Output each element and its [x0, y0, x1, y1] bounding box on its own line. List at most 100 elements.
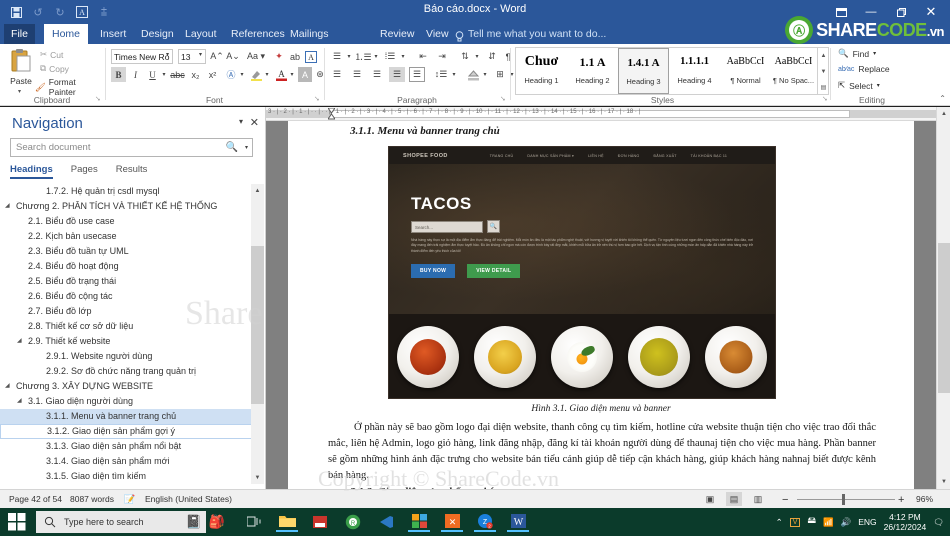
file-explorer-icon[interactable]: [276, 512, 298, 532]
document-scrollbar[interactable]: ▲ ▼: [936, 107, 950, 489]
style-heading-3[interactable]: 1.4.1 A Heading 3: [618, 48, 669, 94]
tell-me-box[interactable]: Tell me what you want to do...: [455, 24, 606, 44]
navigation-close-icon[interactable]: ✕: [250, 116, 259, 129]
font-color-chevron-icon[interactable]: ▾: [288, 67, 296, 82]
nav-item[interactable]: 1.7.2. Hệ quản trị csdl mysql: [0, 184, 252, 199]
underline-icon[interactable]: U: [145, 67, 160, 82]
page-indicator[interactable]: Page 42 of 54: [9, 494, 62, 504]
document-page[interactable]: 3.1.1. Menu và banner trang chủ SHOPEE F…: [288, 121, 914, 498]
borders-icon[interactable]: ⊞: [492, 67, 508, 82]
backpack-icon[interactable]: 🎒: [206, 512, 228, 532]
line-spacing-icon[interactable]: ↕☰: [433, 67, 449, 82]
style-no-spacing[interactable]: AaBbCcI ¶ No Spac...: [768, 48, 819, 94]
nav-scroll-thumb[interactable]: [251, 246, 264, 404]
nav-expand-arrow-icon[interactable]: ◢: [5, 199, 10, 214]
collapse-ribbon-icon[interactable]: ⌃: [939, 94, 946, 103]
nav-expand-arrow-icon[interactable]: ◢: [5, 379, 10, 394]
nav-tab-results[interactable]: Results: [116, 164, 148, 179]
underline-chevron-icon[interactable]: ▾: [160, 67, 168, 82]
tab-insert[interactable]: Insert: [92, 24, 134, 44]
align-left-icon[interactable]: ☰: [329, 67, 345, 82]
task-view-icon[interactable]: [243, 512, 265, 532]
search-icon[interactable]: 🔍: [226, 142, 238, 153]
sort-az-icon[interactable]: ⇵: [485, 49, 499, 64]
highlight-chevron-icon[interactable]: ▾: [263, 67, 271, 82]
italic-icon[interactable]: I: [128, 67, 143, 82]
tab-file[interactable]: File: [4, 24, 35, 44]
taskbar-search-box[interactable]: Type here to search: [36, 511, 206, 533]
bullet-list-icon[interactable]: ☰: [329, 49, 345, 64]
align-right-icon[interactable]: ☰: [369, 67, 385, 82]
clear-formatting-icon[interactable]: ✦: [272, 49, 286, 64]
tab-home[interactable]: Home: [44, 24, 89, 44]
zalo-icon[interactable]: Z2: [474, 512, 496, 532]
phonetic-guide-icon[interactable]: ab: [288, 49, 302, 64]
nav-scroll-down-icon[interactable]: ▼: [251, 471, 264, 484]
nav-item[interactable]: 3.1.3. Giao diện sản phẩm nổi bật: [0, 439, 252, 454]
sort-chevron-icon[interactable]: ▾: [473, 49, 481, 64]
style-heading-4[interactable]: 1.1.1.1 Heading 4: [669, 48, 720, 94]
nav-tab-pages[interactable]: Pages: [71, 164, 98, 179]
pdf-reader-icon[interactable]: [309, 512, 331, 532]
tray-expand-icon[interactable]: ⌃: [776, 517, 783, 528]
align-center-icon[interactable]: ☰: [349, 67, 365, 82]
vlc-tray-icon[interactable]: V: [789, 517, 801, 527]
usb-tray-icon[interactable]: 🖴: [807, 515, 816, 529]
word-count[interactable]: 8087 words: [70, 494, 114, 504]
vscode-icon[interactable]: [375, 512, 397, 532]
read-mode-icon[interactable]: ▣: [702, 492, 718, 506]
close-icon[interactable]: ✕: [916, 1, 946, 23]
find-chevron-icon[interactable]: ▾: [873, 50, 876, 57]
nav-item[interactable]: 2.6. Biểu đồ cộng tác: [0, 289, 252, 304]
search-input[interactable]: Search document 🔍 ▾: [10, 138, 253, 157]
nav-item[interactable]: 3.1.5. Giao diện tìm kiếm: [0, 469, 252, 484]
nav-item[interactable]: 2.8. Thiết kế cơ sở dữ liệu: [0, 319, 252, 334]
nav-item[interactable]: ◢ 2.9. Thiết kế website: [0, 334, 252, 349]
clock[interactable]: 4:12 PM 26/12/2024: [884, 512, 927, 532]
replace-button[interactable]: ab⁄ac Replace: [838, 64, 890, 74]
justify-icon[interactable]: ☰: [389, 67, 405, 82]
nav-item[interactable]: 2.1. Biểu đồ use case: [0, 214, 252, 229]
web-layout-icon[interactable]: ▥: [750, 492, 766, 506]
bullet-list-chevron-icon[interactable]: ▾: [345, 49, 353, 64]
font-dialog-launcher[interactable]: ⭨: [314, 96, 319, 104]
text-effects-chevron-icon[interactable]: ▾: [238, 67, 246, 82]
action-center-icon[interactable]: 🗨: [933, 517, 944, 528]
numbered-list-chevron-icon[interactable]: ▾: [372, 49, 380, 64]
cortana-notebook-icon[interactable]: 📓: [183, 512, 205, 532]
line-spacing-chevron-icon[interactable]: ▾: [450, 67, 458, 82]
tab-view[interactable]: View: [418, 24, 457, 44]
word-taskbar-icon[interactable]: W: [507, 512, 529, 532]
decrease-indent-icon[interactable]: ⇤: [415, 49, 431, 64]
nav-item[interactable]: 2.2. Kịch bản usecase: [0, 229, 252, 244]
doc-scroll-down-icon[interactable]: ▼: [937, 475, 950, 489]
styles-more-icon[interactable]: ▤: [818, 80, 829, 95]
nav-item[interactable]: 2.9.2. Sơ đồ chức năng trang quản trị: [0, 364, 252, 379]
doc-scroll-up-icon[interactable]: ▲: [937, 107, 950, 121]
character-border-icon[interactable]: A: [304, 49, 318, 64]
multilevel-list-chevron-icon[interactable]: ▾: [399, 49, 407, 64]
nav-item[interactable]: 2.7. Biểu đồ lớp: [0, 304, 252, 319]
print-layout-icon[interactable]: ▤: [726, 492, 742, 506]
nav-item[interactable]: 3.1.1. Menu và banner trang chủ: [0, 409, 252, 424]
copy-button[interactable]: ⧉ Copy: [40, 63, 69, 74]
embedded-website-screenshot[interactable]: SHOPEE FOOD TRANG CHỦ DANH MỤC SẢN PHẨM …: [388, 146, 776, 399]
paragraph-dialog-launcher[interactable]: ⭨: [500, 96, 505, 104]
font-name-box[interactable]: Times New Ro: [111, 49, 173, 64]
decrease-font-size-icon[interactable]: A⌄: [226, 49, 240, 64]
windows-store-icon[interactable]: [408, 512, 430, 532]
horizontal-ruler[interactable]: 3 · | · 2 · | · 1 · | · · | · · | · 1 · …: [266, 107, 936, 121]
nav-item[interactable]: 2.9.1. Website người dùng: [0, 349, 252, 364]
maximize-icon[interactable]: [886, 1, 916, 23]
styles-scroll-up-icon[interactable]: ▲: [818, 48, 829, 63]
paste-icon[interactable]: [8, 48, 34, 74]
zoom-slider-thumb[interactable]: [842, 494, 845, 505]
doc-scroll-thumb[interactable]: [938, 243, 950, 393]
style-normal[interactable]: AaBbCcI ¶ Normal: [720, 48, 771, 94]
indent-marker-icon[interactable]: [327, 107, 336, 120]
format-painter-button[interactable]: 🖌 Format Painter: [35, 77, 104, 97]
style-heading-1[interactable]: Chuơ Heading 1: [516, 48, 567, 94]
styles-gallery-scroll[interactable]: ▲ ▼ ▤: [818, 47, 829, 95]
bold-icon[interactable]: B: [111, 67, 126, 82]
nav-item[interactable]: 3.1.4. Giao diện sản phẩm mới: [0, 454, 252, 469]
